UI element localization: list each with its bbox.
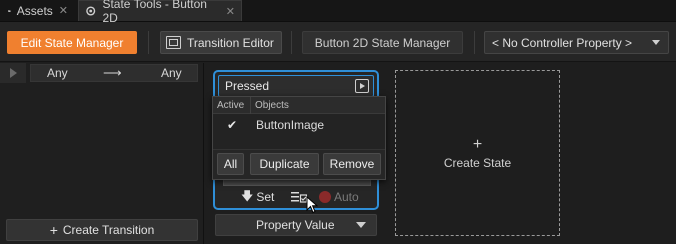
record-icon [319, 191, 331, 203]
close-icon[interactable]: ✕ [59, 4, 68, 17]
duplicate-button[interactable]: Duplicate [250, 153, 319, 175]
chevron-down-icon [356, 222, 366, 228]
play-icon [9, 68, 17, 78]
state-header[interactable]: Pressed [218, 75, 374, 97]
auto-label: Auto [334, 190, 359, 204]
state-actions: 🡇 Set Auto [215, 187, 377, 207]
state-manager-name-button[interactable]: Button 2D State Manager [302, 31, 463, 54]
transition-editor-label: Transition Editor [187, 35, 274, 50]
tab-label: Assets [16, 3, 53, 18]
preview-state-icon[interactable] [355, 79, 369, 93]
arrow-right-icon: ⟶ [103, 65, 122, 80]
close-icon[interactable]: ✕ [226, 5, 235, 18]
plus-icon: + [472, 136, 483, 153]
toolbar-divider [474, 31, 475, 54]
auto-button[interactable]: Auto [319, 190, 359, 204]
mouse-cursor-icon [306, 196, 318, 214]
tab-state-tools[interactable]: State Tools - Button 2D ✕ [78, 0, 242, 25]
toolbar-divider [291, 31, 292, 54]
toolbar: Edit State Manager Transition Editor But… [0, 22, 676, 62]
transition-row[interactable]: Any ⟶ Any [0, 63, 204, 83]
transition-editor-icon [166, 36, 181, 49]
arrow-down-icon: 🡇 [241, 188, 254, 203]
transition-item[interactable]: Any ⟶ Any [30, 64, 198, 82]
plus-icon: + [49, 222, 58, 238]
property-value-label: Property Value [256, 218, 335, 232]
create-transition-button[interactable]: + Create Transition [6, 219, 198, 241]
all-button[interactable]: All [217, 153, 244, 175]
popup-actions: All Duplicate Remove [213, 149, 385, 179]
object-name: ButtonImage [256, 118, 325, 132]
create-state-label: Create State [443, 156, 512, 170]
state-tools-icon [86, 6, 96, 16]
remove-button[interactable]: Remove [323, 153, 381, 175]
checklist-icon[interactable] [291, 191, 307, 203]
chevron-down-icon [652, 40, 660, 45]
transition-to: Any [161, 66, 182, 80]
objects-popup: Active Objects ✔ ButtonImage All Duplica… [212, 96, 386, 180]
create-state-button[interactable]: + Create State [395, 70, 560, 236]
toolbar-divider [148, 31, 149, 54]
tab-bar: Assets ✕ State Tools - Button 2D ✕ [0, 0, 676, 25]
create-transition-label: Create Transition [62, 223, 155, 237]
folder-icon [8, 9, 11, 12]
transition-editor-button[interactable]: Transition Editor [160, 31, 282, 54]
set-button[interactable]: 🡇 Set [241, 187, 274, 208]
set-label: Set [256, 190, 275, 204]
column-objects: Objects [255, 99, 289, 111]
objects-table-header: Active Objects [213, 97, 385, 114]
play-transition-button[interactable] [0, 63, 26, 83]
state-name: Pressed [225, 79, 270, 93]
controller-property-value: < No Controller Property > [492, 35, 633, 50]
controller-property-dropdown[interactable]: < No Controller Property > [484, 31, 669, 54]
table-row[interactable]: ✔ ButtonImage [213, 116, 385, 134]
column-divider [250, 97, 251, 114]
transitions-panel: Any ⟶ Any + Create Transition [0, 63, 204, 244]
column-active: Active [217, 99, 245, 111]
tab-assets[interactable]: Assets ✕ [2, 0, 74, 21]
transition-from: Any [47, 66, 68, 80]
property-value-dropdown[interactable]: Property Value [215, 214, 377, 236]
active-checkbox[interactable]: ✔ [227, 118, 237, 132]
edit-state-manager-button[interactable]: Edit State Manager [7, 31, 137, 54]
